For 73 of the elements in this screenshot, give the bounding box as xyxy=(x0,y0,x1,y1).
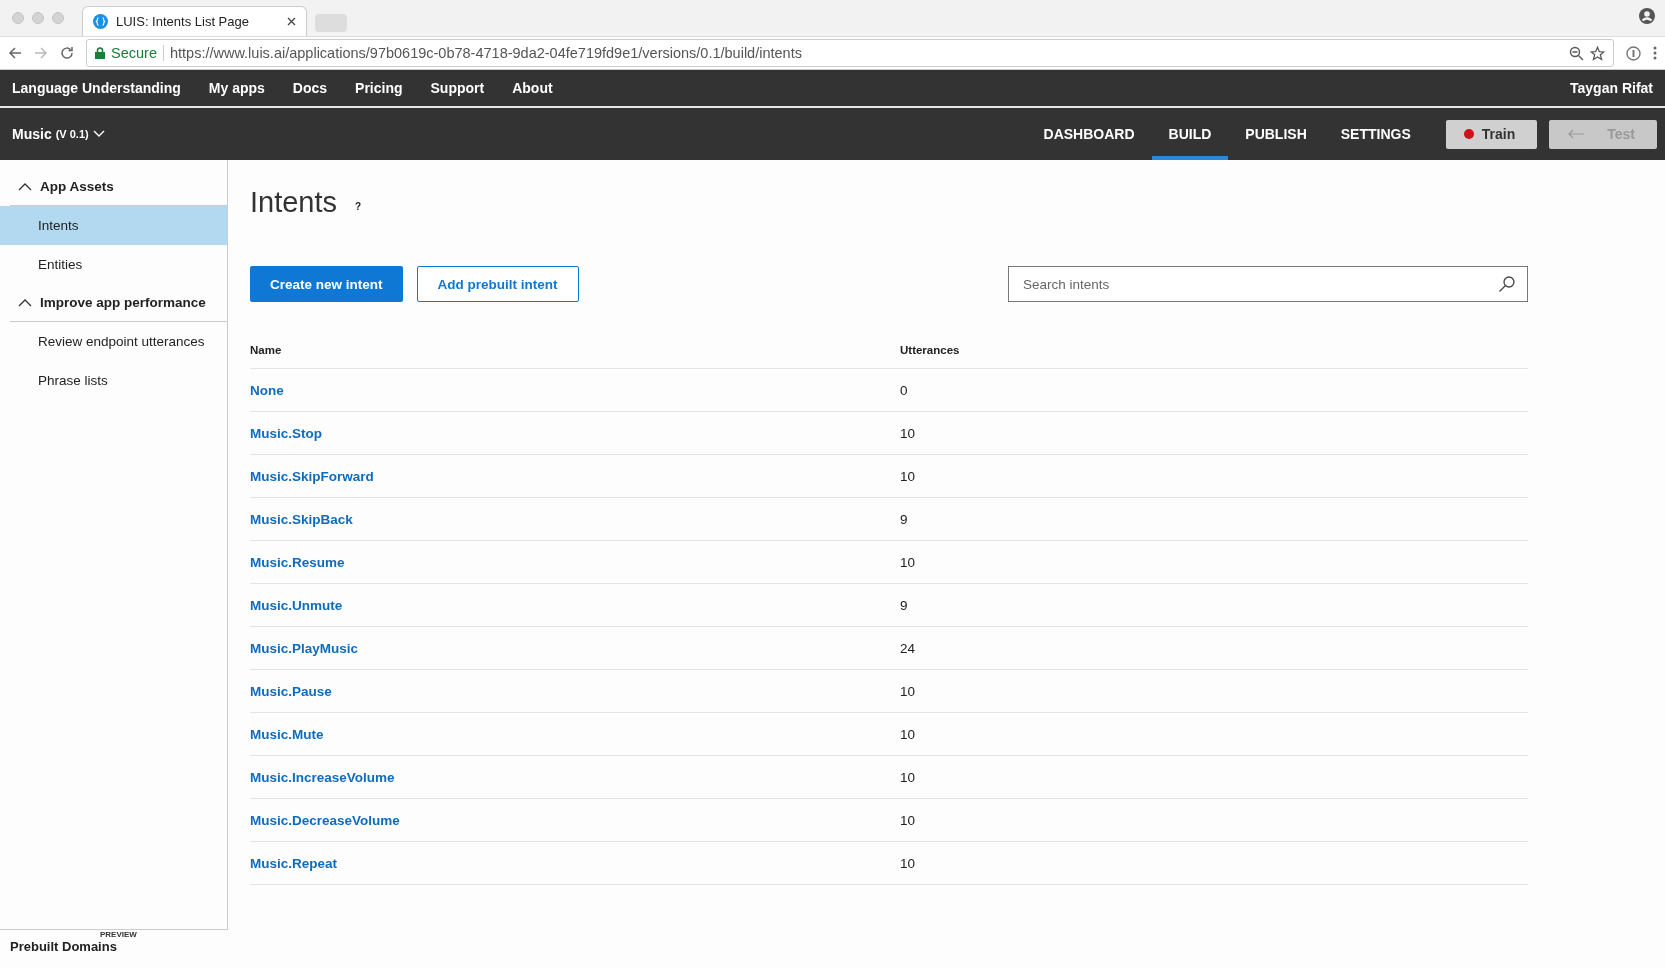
close-icon[interactable] xyxy=(287,17,296,26)
sidebar-item[interactable]: Review endpoint utterances xyxy=(0,322,227,361)
intent-link[interactable]: Music.IncreaseVolume xyxy=(250,769,395,785)
help-link[interactable]: ? xyxy=(355,200,362,212)
user-name[interactable]: Taygan Rifat xyxy=(1570,80,1653,96)
sidebar-item[interactable]: Intents xyxy=(0,206,227,245)
nav-tab[interactable]: SETTINGS xyxy=(1323,108,1428,160)
utterance-count: 0 xyxy=(900,368,1528,412)
utterance-count: 10 xyxy=(900,798,1528,842)
utterance-count: 9 xyxy=(900,497,1528,541)
app-name: Music xyxy=(12,126,52,142)
intent-link[interactable]: Music.PlayMusic xyxy=(250,640,359,656)
utterance-count: 10 xyxy=(900,669,1528,713)
intent-link[interactable]: Music.SkipBack xyxy=(250,511,353,527)
column-header: Utterances xyxy=(900,332,1528,369)
search-icon[interactable] xyxy=(1498,275,1516,293)
browser-tab[interactable]: LUIS: Intents List Page xyxy=(82,6,307,36)
brand-link[interactable]: Language Understanding xyxy=(12,80,181,96)
intent-link[interactable]: Music.SkipForward xyxy=(250,468,374,484)
chevron-down-icon xyxy=(92,130,105,138)
intent-link[interactable]: Music.Stop xyxy=(250,425,322,441)
chevron-up-icon xyxy=(18,182,32,191)
nav-link[interactable]: About xyxy=(512,80,553,96)
nav-link[interactable]: Support xyxy=(430,80,485,96)
chevron-up-icon xyxy=(18,298,32,307)
app-selector[interactable]: Music (V 0.1) xyxy=(12,108,105,160)
page-title: Intents xyxy=(250,185,338,219)
menu-icon[interactable] xyxy=(1653,46,1657,60)
reload-icon[interactable] xyxy=(60,46,74,60)
utterance-count: 10 xyxy=(900,841,1528,885)
intent-link[interactable]: Music.Unmute xyxy=(250,597,343,613)
intent-link[interactable]: None xyxy=(250,382,284,398)
zoom-out-icon[interactable] xyxy=(1569,45,1584,61)
intent-link[interactable]: Music.Mute xyxy=(250,726,324,742)
nav-link[interactable]: My apps xyxy=(208,80,265,96)
nav-link[interactable]: Pricing xyxy=(355,80,403,96)
utterance-count: 24 xyxy=(900,626,1528,670)
url-text: https://www.luis.ai/applications/97b0619c-0b78-4718-9da2-04fe719fd9e1/versions/0.1/build/intents xyxy=(169,45,803,61)
add-prebuilt-button[interactable]: Add prebuilt intent xyxy=(416,266,579,302)
sidebar-item[interactable]: Phrase lists xyxy=(0,361,227,400)
nav-tab[interactable]: PUBLISH xyxy=(1228,108,1324,160)
account-icon[interactable] xyxy=(1639,8,1655,24)
nav-tab[interactable]: DASHBOARD xyxy=(1026,108,1152,160)
address-bar[interactable]: Secure https://www.luis.ai/applications/97b0619c-0b78-4718-9da2-04fe719fd9e1/versions/0.1/build/intents xyxy=(86,39,1614,67)
utterance-count: 10 xyxy=(900,411,1528,455)
lock-icon xyxy=(95,47,105,59)
app-version: (V 0.1) xyxy=(55,128,89,140)
intent-link[interactable]: Music.Repeat xyxy=(250,855,338,871)
extension-icon[interactable] xyxy=(1626,45,1641,61)
intent-link[interactable]: Music.DecreaseVolume xyxy=(250,812,400,828)
sidebar-item[interactable]: Entities xyxy=(0,245,227,284)
nav-link[interactable]: Docs xyxy=(292,80,328,96)
back-icon[interactable] xyxy=(8,46,22,60)
utterance-count: 9 xyxy=(900,583,1528,627)
nav-tab[interactable]: BUILD xyxy=(1151,108,1229,160)
train-button[interactable]: Train xyxy=(1445,119,1538,149)
intent-link[interactable]: Music.Pause xyxy=(250,683,332,699)
utterance-count: 10 xyxy=(900,712,1528,756)
create-intent-button[interactable]: Create new intent xyxy=(250,266,403,302)
utterance-count: 10 xyxy=(900,540,1528,584)
star-icon[interactable] xyxy=(1590,45,1605,61)
section-header[interactable]: Improve app performance xyxy=(10,284,228,322)
preview-label: PREVIEW xyxy=(99,930,138,939)
braces-icon xyxy=(93,14,108,29)
tab-title: LUIS: Intents List Page xyxy=(116,14,250,29)
arrow-left-icon xyxy=(1567,129,1586,139)
search-field[interactable]: Search intents xyxy=(1008,266,1528,302)
intent-link[interactable]: Music.Resume xyxy=(250,554,345,570)
secure-label: Secure xyxy=(111,45,164,61)
utterance-count: 10 xyxy=(900,755,1528,799)
prebuilt-domains-link[interactable]: Prebuilt Domains xyxy=(10,939,228,954)
utterance-count: 10 xyxy=(900,454,1528,498)
column-header: Name xyxy=(250,332,900,369)
